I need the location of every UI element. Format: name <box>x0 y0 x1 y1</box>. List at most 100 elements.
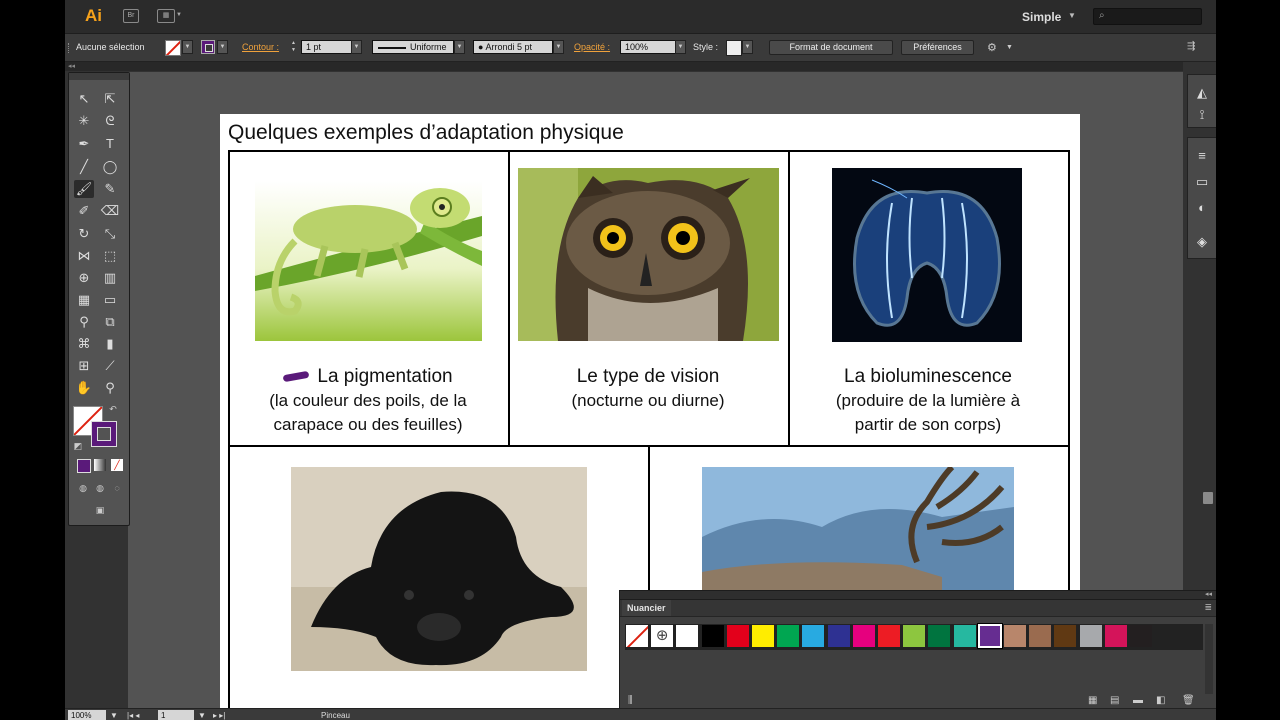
pencil-tool-icon[interactable]: ✎ <box>100 180 120 198</box>
screen-mode-icon[interactable]: ▣ <box>91 504 109 516</box>
chevron-down-icon[interactable]: ▼ <box>110 710 118 720</box>
swatch[interactable] <box>801 624 826 648</box>
direct-selection-tool-icon[interactable]: ⇱ <box>100 90 120 108</box>
hand-tool-icon[interactable]: ✋ <box>74 379 94 397</box>
stroke-swatch[interactable] <box>91 421 117 447</box>
rotate-tool-icon[interactable]: ↻ <box>74 225 94 243</box>
draw-behind-icon[interactable]: ◍ <box>94 482 106 494</box>
draw-inside-icon[interactable]: ◌ <box>111 482 123 494</box>
shape-builder-icon[interactable]: ⊕ <box>74 269 94 287</box>
swatch[interactable] <box>1103 624 1128 648</box>
swatch[interactable] <box>1053 624 1078 648</box>
opacity-link[interactable]: Opacité : <box>574 42 610 52</box>
next-artboard-icon[interactable]: ▸ ▸| <box>213 710 225 720</box>
document-setup-button[interactable]: Format de document <box>769 40 893 55</box>
mesh-tool-icon[interactable]: ▦ <box>74 291 94 309</box>
artboard-tool-icon[interactable]: ⊞ <box>74 357 94 375</box>
brush-definition[interactable]: ● Arrondi 5 pt <box>473 40 553 54</box>
ellipse-tool-icon[interactable]: ◯ <box>100 158 120 176</box>
stroke-link[interactable]: Contour : <box>242 42 279 52</box>
draw-normal-icon[interactable]: ◍ <box>77 482 89 494</box>
opacity-label[interactable]: Opacité : <box>574 42 610 52</box>
chevron-down-icon[interactable]: ▼ <box>553 40 564 54</box>
scale-tool-icon[interactable]: ⤡ <box>100 225 120 243</box>
caribou-image[interactable] <box>702 467 1014 592</box>
workspace-switcher[interactable]: Simple <box>1022 10 1061 24</box>
vertical-scrollbar-thumb[interactable] <box>1203 492 1213 504</box>
swatch[interactable] <box>751 624 775 648</box>
stroke-label[interactable]: Contour : <box>242 42 279 52</box>
swatch[interactable] <box>902 624 927 648</box>
collapse-icon[interactable]: ◂◂ <box>68 62 75 70</box>
swatch[interactable] <box>1129 624 1153 648</box>
blob-brush-icon[interactable]: ✐ <box>74 202 94 220</box>
chevron-down-icon[interactable]: ▼ <box>217 40 228 54</box>
current-tool-status[interactable]: Pinceau <box>321 710 350 720</box>
swatch[interactable] <box>1028 624 1053 648</box>
line-tool-icon[interactable]: ╱ <box>74 158 94 176</box>
eraser-icon[interactable]: ⌫ <box>100 202 120 220</box>
swatch[interactable] <box>776 624 801 648</box>
chevron-down-icon[interactable]: ▼ <box>1068 11 1076 20</box>
swatch[interactable] <box>826 624 851 648</box>
new-group-icon[interactable]: ▬ <box>1133 695 1143 706</box>
chevron-down-icon[interactable]: ▼ <box>1006 44 1013 51</box>
chevron-down-icon[interactable]: ▼ <box>182 40 193 54</box>
chevron-down-icon[interactable]: ▼ <box>454 40 465 54</box>
stroke-weight-stepper[interactable]: ▲ ▼ <box>289 40 298 54</box>
panel-menu-icon[interactable]: ≣ <box>1204 602 1212 613</box>
trash-icon[interactable]: 🗑 <box>1182 695 1195 706</box>
layers-icon[interactable]: ◈ <box>1194 234 1210 250</box>
swatch[interactable] <box>675 624 700 648</box>
panel-scrollbar[interactable] <box>1205 624 1213 694</box>
chameleon-image[interactable] <box>255 181 482 341</box>
jellyfish-image[interactable] <box>832 168 1022 342</box>
chevron-down-icon[interactable]: ▼ <box>176 12 182 18</box>
free-transform-icon[interactable]: ⬚ <box>100 247 120 265</box>
swatch-library-icon[interactable]: ⫼ <box>628 695 633 706</box>
seal-image[interactable] <box>291 467 587 671</box>
new-swatch-icon[interactable]: ◧ <box>1156 695 1165 706</box>
width-tool-icon[interactable]: ⋈ <box>74 247 94 265</box>
default-colors-icon[interactable]: ◩ <box>72 440 84 452</box>
fill-color-swatch[interactable] <box>165 40 181 56</box>
gradient-tool-icon[interactable]: ▭ <box>100 291 120 309</box>
gradient-mode-icon[interactable] <box>94 459 106 471</box>
stroke-weight-field[interactable]: 1 pt <box>301 40 352 54</box>
color-mode-icon[interactable] <box>77 459 91 473</box>
swatch-options-icon[interactable]: ▤ <box>1110 695 1119 706</box>
bridge-icon[interactable]: Br <box>123 9 139 23</box>
panel-menu-icon[interactable]: ⇶ <box>1187 41 1195 52</box>
panel-titlebar[interactable]: ◂◂ <box>620 591 1216 600</box>
swatch[interactable] <box>851 624 876 648</box>
appearance-icon[interactable]: ◭ <box>1194 85 1210 101</box>
pen-tool-icon[interactable]: ✒ <box>74 135 94 153</box>
swatch[interactable] <box>976 623 1003 649</box>
stroke-panel-icon[interactable]: ≡ <box>1194 148 1210 164</box>
swatch[interactable] <box>877 624 901 648</box>
stroke-color-swatch[interactable] <box>201 40 215 54</box>
panel-grip[interactable] <box>68 43 72 53</box>
opacity-field[interactable]: 100% <box>620 40 676 54</box>
graph-tool-icon[interactable]: ▥ <box>100 269 120 287</box>
swatch-none[interactable] <box>625 624 649 648</box>
type-tool-icon[interactable]: T <box>100 135 120 153</box>
brushes-icon[interactable]: ⟟ <box>1194 107 1210 123</box>
eyedropper-icon[interactable]: ⚲ <box>74 313 94 331</box>
transparency-icon[interactable]: ◐ <box>1194 200 1210 216</box>
owl-image[interactable] <box>518 168 779 341</box>
chevron-down-icon[interactable]: ▼ <box>198 710 206 720</box>
paintbrush-tool-icon[interactable]: 🖌 <box>74 180 94 198</box>
swap-colors-icon[interactable]: ↶ <box>107 403 119 415</box>
selection-tool-icon[interactable]: ↖ <box>74 90 94 108</box>
swatch[interactable] <box>927 624 952 648</box>
magic-wand-icon[interactable]: ✳ <box>74 112 94 130</box>
gradient-panel-icon[interactable]: ▭ <box>1194 174 1210 190</box>
column-graph-icon[interactable]: ▮ <box>100 335 120 353</box>
search-input[interactable]: ⌕ <box>1093 8 1202 25</box>
align-icon[interactable]: ⚙ <box>987 41 997 54</box>
preferences-button[interactable]: Préférences <box>901 40 974 55</box>
artboard-number-field[interactable]: 1 <box>158 710 194 720</box>
zoom-field[interactable]: 100% <box>68 710 106 720</box>
brush-stroke-mark[interactable] <box>282 371 310 383</box>
